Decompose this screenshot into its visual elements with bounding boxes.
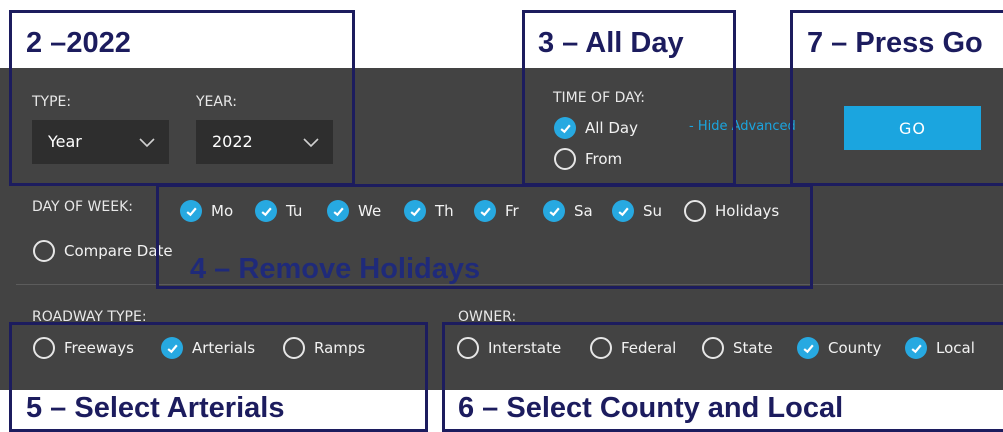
annotation-step5: 5 – Select Arterials [26,392,285,424]
day-of-week-label: DAY OF WEEK: [32,199,133,215]
radio-unchecked-icon [33,240,55,262]
annotation-step6: 6 – Select County and Local [458,392,844,424]
compare-date-option[interactable]: Compare Date [33,239,173,263]
annotation-step4: 4 – Remove Holidays [190,253,481,285]
annotation-step7: 7 – Press Go [807,27,983,59]
annotation-step2: 2 –2022 [26,27,131,59]
annotation-step3: 3 – All Day [538,27,684,59]
